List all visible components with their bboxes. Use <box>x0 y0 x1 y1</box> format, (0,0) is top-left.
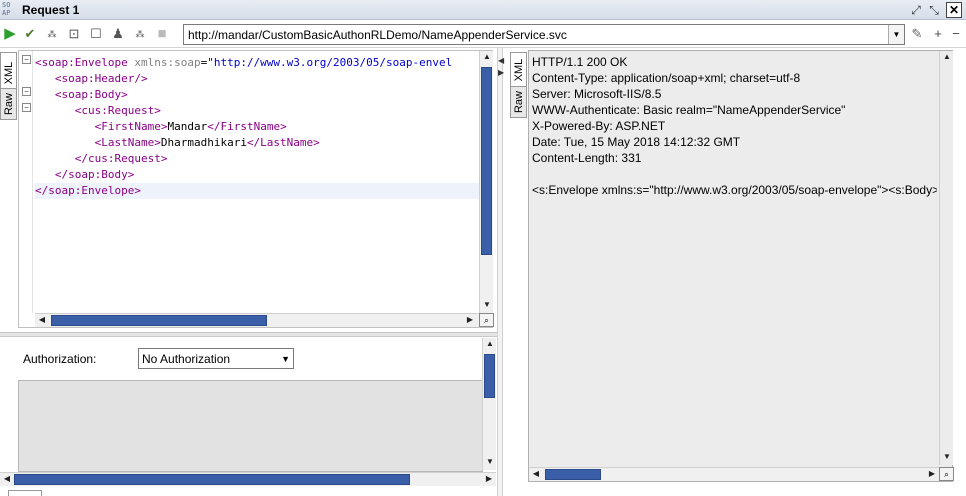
xml-line[interactable]: </soap:Envelope> <box>35 183 479 199</box>
collapse-right-icon[interactable]: ▶ <box>498 68 504 77</box>
scrollbar-thumb[interactable] <box>484 354 495 398</box>
authorization-label: Authorization: <box>23 352 97 366</box>
options-icon[interactable]: ⁂ <box>132 26 148 42</box>
new-endpoint-icon[interactable]: ⊡ <box>66 26 82 42</box>
close-icon[interactable]: ✕ <box>946 2 962 18</box>
xml-line[interactable]: <soap:Envelope xmlns:soap="http://www.w3… <box>35 55 452 71</box>
tab-response-xml-label: XML <box>512 58 525 82</box>
response-line <box>532 166 937 182</box>
logo-top-text: SO <box>2 1 11 9</box>
response-line: Server: Microsoft-IIS/8.5 <box>532 87 662 101</box>
magnify-icon[interactable]: ⌕ <box>939 467 954 481</box>
collapse-left-icon[interactable]: ◀ <box>498 56 504 65</box>
detach-icon[interactable]: ⤢ <box>908 2 924 18</box>
run-icon[interactable]: ▶ <box>2 26 18 42</box>
title-bar: SO AP Request 1 ⤢ ⤡ ✕ <box>0 0 966 20</box>
tab-request-xml-label: XML <box>2 61 15 85</box>
authorization-panel: Authorization: No Authorization ▼ ▲ ▼ ◀ … <box>0 338 497 496</box>
request-horizontal-scrollbar[interactable]: ◀ ▶ <box>35 313 479 327</box>
scroll-right-icon[interactable]: ▶ <box>463 314 477 327</box>
response-line: <s:Envelope xmlns:s="http://www.w3.org/2… <box>532 183 937 197</box>
xml-line[interactable]: <LastName>Dharmadhikari</LastName> <box>35 135 320 151</box>
tab-response-xml[interactable]: XML <box>510 52 527 88</box>
response-horizontal-scrollbar[interactable]: ◀ ▶ <box>529 467 939 481</box>
request-xml-editor[interactable]: − − − <soap:Envelope xmlns:soap="http://… <box>18 50 494 328</box>
scroll-up-icon[interactable]: ▲ <box>483 338 497 351</box>
horizontal-splitter[interactable] <box>0 332 497 337</box>
soap-logo-icon: SO AP <box>2 1 16 19</box>
response-line: Content-Type: application/soap+xml; char… <box>532 71 801 85</box>
auth-horizontal-scrollbar[interactable]: ◀ ▶ <box>0 472 496 486</box>
auth-vertical-scrollbar[interactable]: ▲ ▼ <box>482 338 496 470</box>
endpoint-url-dropdown[interactable]: http://mandar/CustomBasicAuthonRLDemo/Na… <box>183 24 905 45</box>
authorization-selected-value: No Authorization <box>142 352 231 366</box>
xml-line[interactable]: <soap:Header/> <box>35 71 148 87</box>
scrollbar-thumb[interactable] <box>51 315 267 326</box>
scroll-left-icon[interactable]: ◀ <box>0 473 14 486</box>
scroll-left-icon[interactable]: ◀ <box>529 468 543 481</box>
xml-line[interactable]: <FirstName>Mandar</FirstName> <box>35 119 287 135</box>
fold-toggle-icon[interactable]: − <box>22 87 31 96</box>
bottom-tab-stub[interactable] <box>8 490 42 496</box>
scroll-right-icon[interactable]: ▶ <box>925 468 939 481</box>
xml-line[interactable]: <soap:Body> <box>35 87 128 103</box>
minus-icon[interactable]: − <box>948 26 964 42</box>
scroll-left-icon[interactable]: ◀ <box>35 314 49 327</box>
scroll-down-icon[interactable]: ▼ <box>483 456 497 469</box>
response-line: WWW-Authenticate: Basic realm="NameAppen… <box>532 103 846 117</box>
window-title: Request 1 <box>22 3 80 17</box>
tab-response-raw[interactable]: Raw <box>510 86 527 118</box>
toolbar: ▶ ✔ ⁂ ⊡ ☐ ♟ ⁂ ■ http://mandar/CustomBasi… <box>0 21 966 48</box>
scroll-right-icon[interactable]: ▶ <box>482 473 496 486</box>
authorization-content-area <box>18 380 483 472</box>
response-raw-text[interactable]: HTTP/1.1 200 OK Content-Type: application… <box>532 54 937 464</box>
scrollbar-thumb[interactable] <box>481 67 492 255</box>
chevron-down-icon: ▼ <box>281 354 290 364</box>
scrollbar-thumb[interactable] <box>545 469 601 480</box>
add-icon[interactable]: + <box>930 26 946 42</box>
submit-check-icon[interactable]: ✔ <box>22 26 38 42</box>
blank-page-icon[interactable]: ☐ <box>88 26 104 42</box>
authorization-select[interactable]: No Authorization ▼ <box>138 348 294 369</box>
fold-gutter: − − − <box>19 51 33 313</box>
fold-toggle-icon[interactable]: − <box>22 103 31 112</box>
user-icon[interactable]: ♟ <box>110 26 126 42</box>
maximize-icon[interactable]: ⤡ <box>926 2 942 18</box>
request-vertical-scrollbar[interactable]: ▲ ▼ <box>479 51 493 313</box>
magnify-icon[interactable]: ⌕ <box>479 313 494 327</box>
stop-icon[interactable]: ■ <box>154 26 170 42</box>
logo-bottom-text: AP <box>2 9 11 17</box>
endpoint-url: http://mandar/CustomBasicAuthonRLDemo/Na… <box>188 28 567 42</box>
response-line: Date: Tue, 15 May 2018 14:12:32 GMT <box>532 135 741 149</box>
response-line: Content-Length: 331 <box>532 151 642 165</box>
xml-line[interactable]: </soap:Body> <box>35 167 134 183</box>
scroll-down-icon[interactable]: ▼ <box>940 451 954 464</box>
scroll-down-icon[interactable]: ▼ <box>480 299 494 312</box>
edit-endpoint-icon[interactable]: ✎ <box>909 26 925 42</box>
xml-line[interactable]: <cus:Request> <box>35 103 161 119</box>
response-raw-editor[interactable]: HTTP/1.1 200 OK Content-Type: application… <box>528 50 954 482</box>
tab-request-raw-label: Raw <box>2 92 15 116</box>
chevron-down-icon[interactable]: ▼ <box>888 25 904 44</box>
response-line: X-Powered-By: ASP.NET <box>532 119 666 133</box>
response-vertical-scrollbar[interactable]: ▲ ▼ <box>939 51 953 465</box>
response-line: HTTP/1.1 200 OK <box>532 55 628 69</box>
tab-response-raw-label: Raw <box>512 90 525 114</box>
scroll-up-icon[interactable]: ▲ <box>940 51 954 64</box>
scroll-up-icon[interactable]: ▲ <box>480 51 494 64</box>
xml-code[interactable]: <soap:Envelope xmlns:soap="http://www.w3… <box>35 51 479 313</box>
fold-toggle-icon[interactable]: − <box>22 55 31 64</box>
cancel-icon[interactable]: ⁂ <box>44 26 60 42</box>
scrollbar-thumb[interactable] <box>14 474 410 485</box>
tab-request-raw[interactable]: Raw <box>0 88 17 120</box>
xml-line[interactable]: </cus:Request> <box>35 151 168 167</box>
vertical-splitter[interactable]: ◀ ▶ <box>497 48 504 496</box>
